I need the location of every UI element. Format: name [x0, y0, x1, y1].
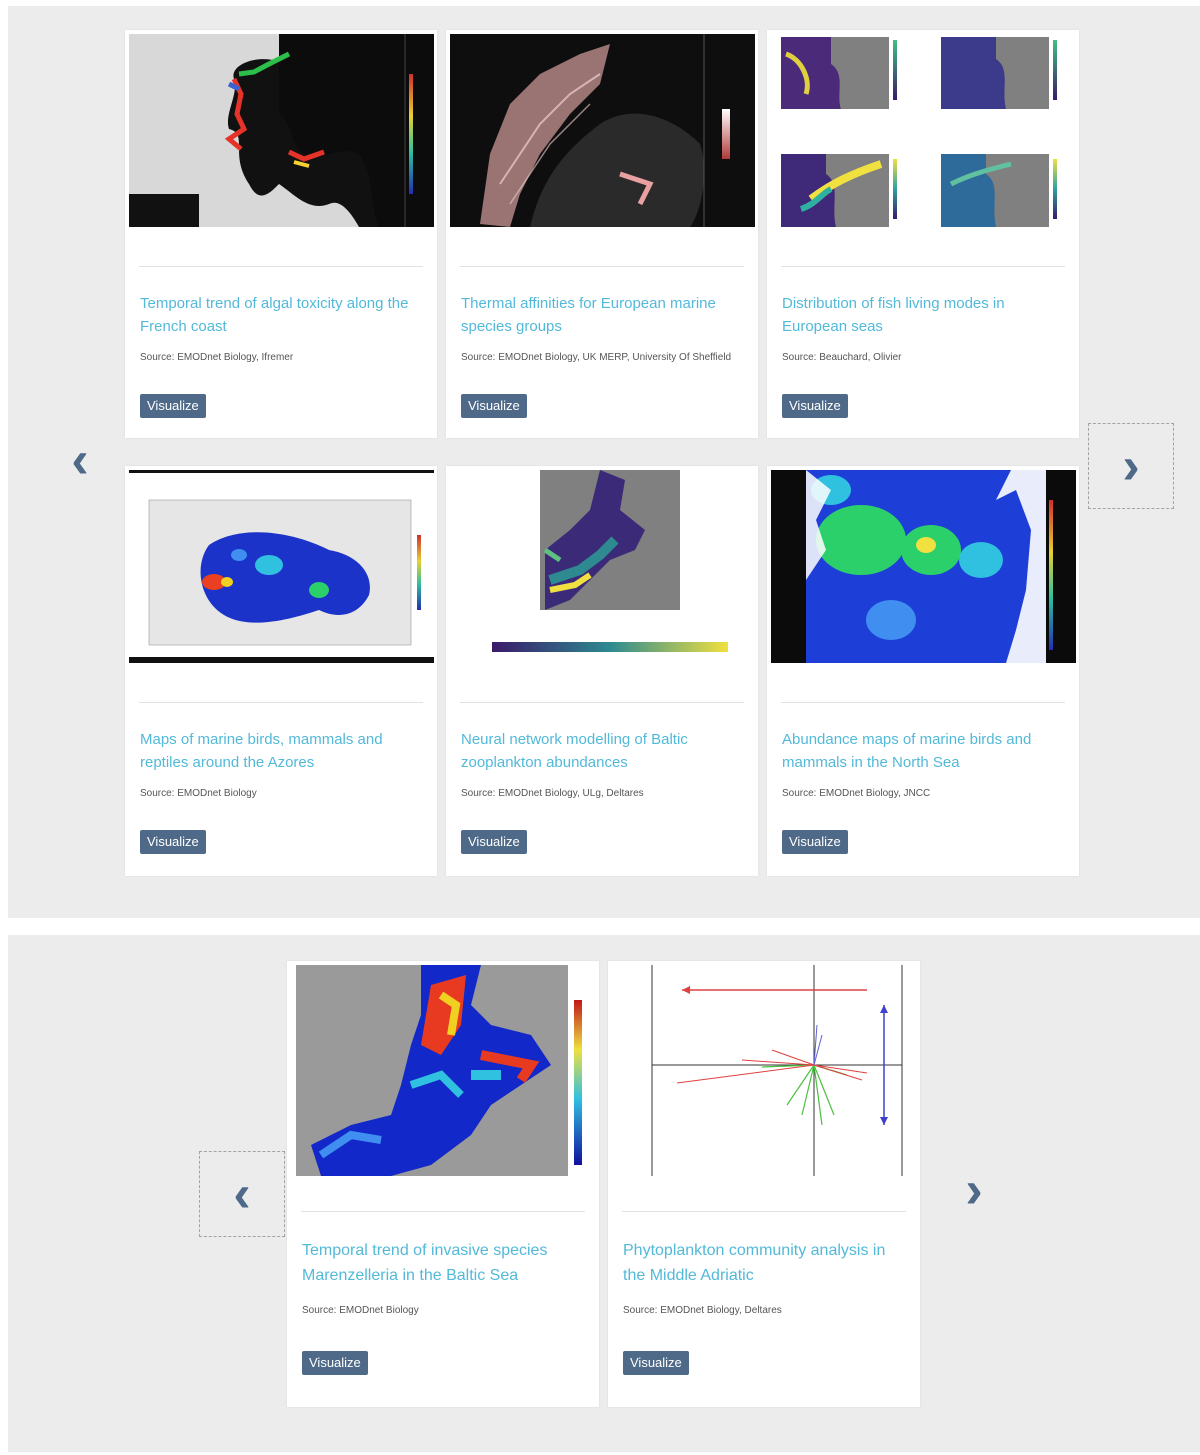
card-divider [460, 266, 744, 267]
thumbnail-north-sea-abundance-map[interactable] [771, 470, 1076, 663]
card-source: Source: EMODnet Biology, JNCC [782, 788, 931, 799]
thumbnail-adriatic-phytoplankton-plot[interactable] [612, 965, 917, 1176]
thumbnail-marenzelleria-baltic-map[interactable] [291, 965, 596, 1176]
chevron-left-icon: ‹ [233, 1165, 251, 1223]
visualize-button[interactable]: Visualize [302, 1351, 368, 1375]
visualize-button[interactable]: Visualize [461, 830, 527, 854]
visualization-card: Distribution of fish living modes in Eur… [767, 30, 1079, 438]
card-title[interactable]: Thermal affinities for European marine s… [461, 292, 738, 338]
carousel-2-next-button[interactable]: › [932, 1148, 1016, 1232]
card-divider [622, 1211, 906, 1212]
visualize-button[interactable]: Visualize [140, 394, 206, 418]
visualization-carousel-1: ‹ › Temporal trend of algal toxicity alo… [8, 6, 1200, 918]
visualize-button[interactable]: Visualize [623, 1351, 689, 1375]
card-title[interactable]: Distribution of fish living modes in Eur… [782, 292, 1059, 338]
card-title[interactable]: Maps of marine birds, mammals and reptil… [140, 728, 417, 774]
visualization-card: Maps of marine birds, mammals and reptil… [125, 466, 437, 876]
chevron-right-icon: › [965, 1161, 983, 1219]
card-divider [781, 702, 1065, 703]
visualization-card: Thermal affinities for European marine s… [446, 30, 758, 438]
card-source: Source: EMODnet Biology, Ifremer [140, 352, 294, 363]
thumbnail-azores-map[interactable] [129, 470, 434, 663]
visualize-button[interactable]: Visualize [782, 394, 848, 418]
card-source: Source: Beauchard, Olivier [782, 352, 902, 363]
chevron-left-icon: ‹ [71, 431, 89, 489]
visualization-carousel-2: ‹ › Temporal trend of invasive species M… [8, 935, 1200, 1452]
visualization-card: Phytoplankton community analysis in the … [608, 961, 920, 1407]
card-source: Source: EMODnet Biology, ULg, Deltares [461, 788, 644, 799]
card-divider [301, 1211, 585, 1212]
carousel-1-prev-button[interactable]: ‹ [38, 418, 122, 502]
carousel-1-next-button[interactable]: › [1088, 423, 1174, 509]
card-divider [139, 702, 423, 703]
card-title[interactable]: Abundance maps of marine birds and mamma… [782, 728, 1059, 774]
carousel-2-prev-button[interactable]: ‹ [199, 1151, 285, 1237]
visualization-card: Temporal trend of invasive species Maren… [287, 961, 599, 1407]
card-divider [781, 266, 1065, 267]
card-divider [139, 266, 423, 267]
visualize-button[interactable]: Visualize [140, 830, 206, 854]
card-divider [460, 702, 744, 703]
card-source: Source: EMODnet Biology, Deltares [623, 1305, 782, 1316]
thumbnail-algal-toxicity-map[interactable] [129, 34, 434, 227]
chevron-right-icon: › [1122, 437, 1140, 495]
visualization-card: Neural network modelling of Baltic zoopl… [446, 466, 758, 876]
card-title[interactable]: Temporal trend of algal toxicity along t… [140, 292, 417, 338]
card-title[interactable]: Neural network modelling of Baltic zoopl… [461, 728, 738, 774]
visualize-button[interactable]: Visualize [782, 830, 848, 854]
thumbnail-thermal-affinities-map[interactable] [450, 34, 755, 227]
visualize-button[interactable]: Visualize [461, 394, 527, 418]
card-title[interactable]: Phytoplankton community analysis in the … [623, 1238, 900, 1288]
card-source: Source: EMODnet Biology [140, 788, 257, 799]
card-source: Source: EMODnet Biology, UK MERP, Univer… [461, 352, 732, 363]
thumbnail-baltic-zooplankton-map[interactable] [450, 470, 755, 663]
card-source: Source: EMODnet Biology [302, 1305, 419, 1316]
thumbnail-fish-living-modes-maps[interactable] [771, 34, 1076, 227]
visualization-card: Abundance maps of marine birds and mamma… [767, 466, 1079, 876]
visualization-card: Temporal trend of algal toxicity along t… [125, 30, 437, 438]
card-title[interactable]: Temporal trend of invasive species Maren… [302, 1238, 579, 1288]
